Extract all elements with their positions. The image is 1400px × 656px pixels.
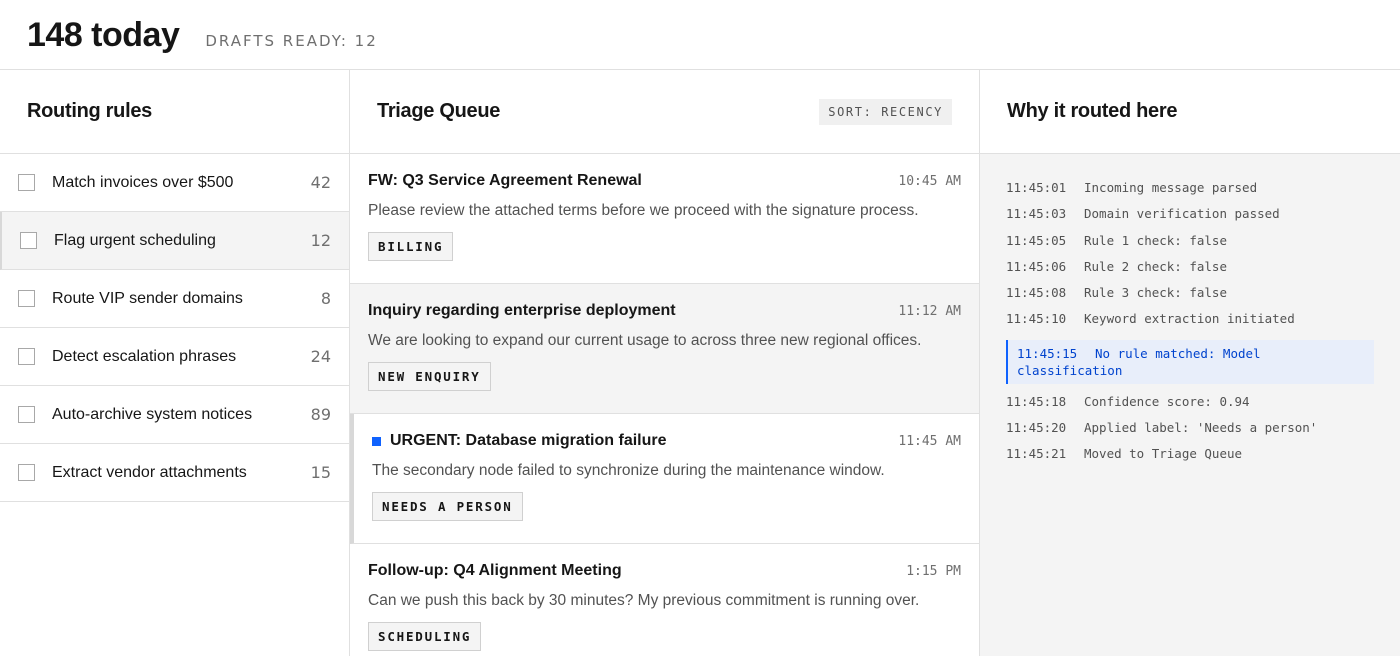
- rule-label: Detect escalation phrases: [52, 347, 237, 365]
- log-time: 11:45:20: [1006, 420, 1067, 436]
- message-preview: Can we push this back by 30 minutes? My …: [368, 592, 920, 609]
- message-item[interactable]: FW: Q3 Service Agreement Renewal 10:45 A…: [350, 154, 979, 284]
- message-preview: The secondary node failed to synchronize…: [372, 462, 885, 479]
- rule-count: 24: [310, 347, 331, 366]
- rule-item[interactable]: Extract vendor attachments 15: [0, 444, 349, 502]
- log-line: 11:45:18 Confidence score: 0.94: [1006, 394, 1374, 420]
- message-time: 11:45 AM: [898, 433, 961, 449]
- message-item[interactable]: Follow-up: Q4 Alignment Meeting 1:15 PM …: [350, 544, 979, 656]
- log-line-highlighted: 11:45:15 No rule matched: Model classific…: [1006, 339, 1374, 384]
- log-text: Confidence score: 0.94: [1084, 393, 1250, 409]
- log-time: 11:45:18: [1006, 393, 1067, 409]
- sort-button[interactable]: SORT: RECENCY: [819, 98, 952, 125]
- message-subject: Follow-up: Q4 Alignment Meeting: [368, 562, 622, 579]
- rule-count: 89: [310, 405, 331, 424]
- rule-count: 42: [310, 173, 331, 192]
- log-line: 11:45:01 Incoming message parsed: [1006, 180, 1374, 206]
- log-text: Incoming message parsed: [1084, 180, 1258, 195]
- log-line: 11:45:03 Domain verification passed: [1006, 206, 1374, 232]
- log-line: 11:45:05 Rule 1 check: false: [1006, 233, 1374, 259]
- rule-label: Route VIP sender domains: [52, 289, 243, 307]
- triage-queue-title: Triage Queue: [377, 100, 501, 122]
- log-time: 11:45:01: [1006, 180, 1067, 195]
- message-subject: Inquiry regarding enterprise deployment: [368, 302, 676, 319]
- message-preview: Please review the attached terms before …: [368, 202, 919, 219]
- log-time: 11:45:03: [1006, 206, 1067, 222]
- rule-label: Extract vendor attachments: [52, 463, 247, 481]
- log-text: Moved to Triage Queue: [1084, 446, 1243, 462]
- message-item[interactable]: Inquiry regarding enterprise deployment …: [350, 284, 979, 414]
- message-time: 1:15 PM: [906, 563, 961, 579]
- square-marker-icon: [372, 436, 381, 446]
- log-line: 11:45:06 Rule 2 check: false: [1006, 259, 1374, 285]
- rule-item[interactable]: Flag urgent scheduling 12: [0, 212, 349, 270]
- routing-log: 11:45:01 Incoming message parsed 11:45:03…: [980, 154, 1400, 473]
- log-time: 11:45:06: [1006, 258, 1067, 274]
- rule-label: Match invoices over $500: [52, 173, 234, 191]
- today-count: 148 today: [27, 16, 180, 54]
- checkbox-icon[interactable]: [18, 406, 35, 423]
- rule-item[interactable]: Detect escalation phrases 24: [0, 328, 349, 386]
- message-tag[interactable]: SCHEDULING: [368, 622, 482, 651]
- rule-item[interactable]: Match invoices over $500 42: [0, 154, 349, 212]
- checkbox-icon[interactable]: [20, 232, 37, 249]
- rule-item[interactable]: Route VIP sender domains 8: [0, 270, 349, 328]
- message-time: 10:45 AM: [898, 173, 961, 189]
- message-subject: FW: Q3 Service Agreement Renewal: [368, 172, 642, 189]
- log-text: Keyword extraction initiated: [1084, 311, 1295, 327]
- log-text: Rule 1 check: false: [1084, 232, 1227, 248]
- routing-rules-title: Routing rules: [27, 100, 152, 122]
- checkbox-icon[interactable]: [18, 290, 35, 307]
- checkbox-icon[interactable]: [18, 348, 35, 365]
- log-line: 11:45:10 Keyword extraction initiated: [1006, 311, 1374, 337]
- checkbox-icon[interactable]: [18, 464, 35, 481]
- log-text: Rule 2 check: false: [1084, 258, 1227, 274]
- routing-explanation-title: Why it routed here: [1007, 100, 1178, 122]
- log-time: 11:45:08: [1006, 285, 1067, 301]
- message-time: 11:12 AM: [898, 303, 961, 319]
- message-tag[interactable]: NEEDS A PERSON: [372, 492, 523, 521]
- routing-explanation-panel: Why it routed here 11:45:01 Incoming mess…: [980, 70, 1400, 656]
- rule-label: Auto-archive system notices: [52, 405, 253, 423]
- top-bar: 148 today DRAFTS READY: 12: [0, 0, 1400, 70]
- rule-label: Flag urgent scheduling: [54, 231, 216, 249]
- drafts-ready[interactable]: DRAFTS READY: 12: [205, 32, 377, 50]
- log-time: 11:45:15: [1017, 345, 1078, 361]
- rule-count: 12: [310, 231, 331, 250]
- log-time: 11:45:05: [1006, 232, 1067, 248]
- routing-rules-panel: Routing rules Match invoices over $500 4…: [0, 70, 350, 656]
- routing-rules-header: Routing rules: [0, 70, 349, 154]
- rule-count: 15: [310, 463, 331, 482]
- log-text: Applied label: 'Needs a person': [1084, 420, 1318, 436]
- log-line: 11:45:20 Applied label: 'Needs a person': [1006, 420, 1374, 446]
- log-line: 11:45:21 Moved to Triage Queue: [1006, 446, 1374, 472]
- message-tag[interactable]: BILLING: [368, 232, 454, 261]
- message-subject-wrap: URGENT: Database migration failure: [372, 432, 667, 450]
- message-item-selected[interactable]: URGENT: Database migration failure 11:45…: [350, 414, 979, 544]
- log-text: Domain verification passed: [1084, 206, 1280, 222]
- rule-count: 8: [320, 289, 331, 308]
- triage-queue-header: Triage Queue SORT: RECENCY: [350, 70, 979, 154]
- message-tag[interactable]: NEW ENQUIRY: [368, 362, 491, 391]
- routing-explanation-header: Why it routed here: [980, 70, 1400, 154]
- checkbox-icon[interactable]: [18, 174, 35, 191]
- message-preview: We are looking to expand our current usa…: [368, 332, 922, 349]
- rule-item[interactable]: Auto-archive system notices 89: [0, 386, 349, 444]
- log-time: 11:45:21: [1006, 446, 1067, 462]
- log-text: Rule 3 check: false: [1084, 285, 1227, 301]
- triage-queue-panel: Triage Queue SORT: RECENCY FW: Q3 Servic…: [350, 70, 980, 656]
- message-subject: URGENT: Database migration failure: [390, 432, 667, 449]
- log-line: 11:45:08 Rule 3 check: false: [1006, 285, 1374, 311]
- log-time: 11:45:10: [1006, 311, 1067, 327]
